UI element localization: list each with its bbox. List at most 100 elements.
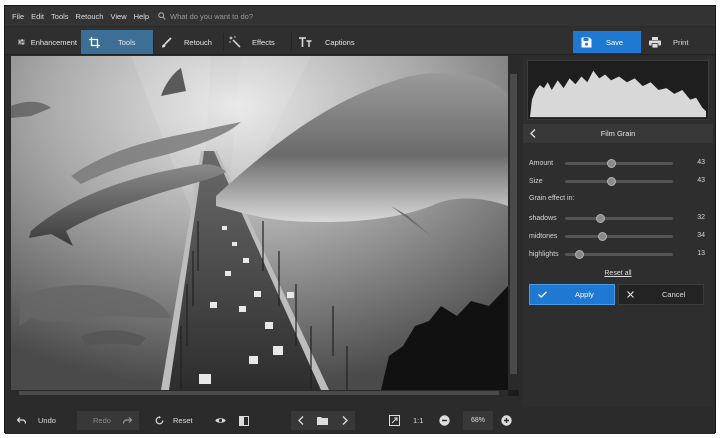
save-button[interactable]: Save <box>573 31 641 53</box>
scroll-thumb[interactable] <box>510 74 517 374</box>
crop-icon <box>89 36 100 48</box>
tab-label: Captions <box>325 37 355 47</box>
tab-retouch[interactable]: Retouch <box>159 30 221 54</box>
preview-button[interactable] <box>215 411 229 430</box>
eye-icon <box>215 418 226 423</box>
menu-edit[interactable]: Edit <box>31 12 44 21</box>
scroll-thumb[interactable] <box>19 391 499 395</box>
ratio-label: 1:1 <box>413 416 424 425</box>
slider-knob[interactable] <box>597 232 607 241</box>
slider-track[interactable] <box>565 232 673 241</box>
adjustment-panel: Film Grain Amount 43 Size 43 Grain effec… <box>523 56 713 428</box>
zoom-level[interactable]: 68% <box>463 411 493 430</box>
panel-header: Film Grain <box>523 124 713 143</box>
menu-view[interactable]: View <box>110 12 126 21</box>
slider-label: Amount <box>529 159 554 167</box>
undo-label: Undo <box>38 416 56 425</box>
cancel-label: Cancel <box>662 290 686 299</box>
slider-label: highlights <box>529 250 559 258</box>
slider-value: 43 <box>697 177 705 184</box>
slider-label: Size <box>529 177 543 185</box>
menu-file[interactable]: File <box>12 12 24 21</box>
tab-divider <box>223 33 224 51</box>
slider-highlights[interactable]: highlights 13 <box>529 248 705 260</box>
zoom-out-icon <box>439 415 450 426</box>
search-input[interactable]: What do you want to do? <box>170 12 253 21</box>
slider-knob[interactable] <box>607 177 617 186</box>
slider-value: 43 <box>697 159 705 166</box>
folder-icon[interactable] <box>317 416 329 425</box>
search-icon <box>158 12 166 20</box>
tab-divider <box>291 33 292 51</box>
redo-button[interactable]: Redo <box>77 411 139 430</box>
tab-label: Enhancement <box>30 37 77 47</box>
redo-icon <box>122 417 132 424</box>
reset-button[interactable]: Reset <box>153 411 203 430</box>
zoom-in-icon <box>501 415 512 426</box>
undo-icon <box>17 417 26 424</box>
photo <box>11 56 508 390</box>
save-label: Save <box>606 37 624 47</box>
apply-label: Apply <box>575 290 594 299</box>
slider-track[interactable] <box>565 159 673 168</box>
slider-midtones[interactable]: midtones 34 <box>529 230 705 242</box>
toolbar: Enhancement Tools Retouch Effects Captio… <box>5 27 715 55</box>
canvas-horizontal-scrollbar[interactable] <box>11 390 508 396</box>
compare-button[interactable] <box>239 411 253 430</box>
slider-value: 34 <box>697 232 705 239</box>
back-arrow-icon[interactable] <box>530 129 536 138</box>
reset-icon <box>155 416 164 425</box>
chevron-right-icon[interactable] <box>342 416 349 425</box>
slider-knob[interactable] <box>607 159 617 168</box>
menu-help[interactable]: Help <box>134 12 149 21</box>
slider-knob[interactable] <box>575 250 585 259</box>
slider-track[interactable] <box>565 214 673 223</box>
text-icon <box>299 37 312 47</box>
editor-window: File Edit Tools Retouch View Help What d… <box>4 5 716 434</box>
brush-icon <box>162 36 172 47</box>
canvas-vertical-scrollbar[interactable] <box>508 56 519 390</box>
fit-to-screen-button[interactable] <box>389 411 403 430</box>
reset-label: Reset <box>173 416 193 425</box>
zoom-out-button[interactable] <box>439 411 453 430</box>
zoom-in-button[interactable] <box>501 411 515 430</box>
chevron-left-icon[interactable] <box>297 416 304 425</box>
slider-knob[interactable] <box>595 214 605 223</box>
magic-wand-icon <box>229 36 241 48</box>
tab-divider <box>153 33 154 51</box>
slider-label: midtones <box>529 232 558 240</box>
apply-button[interactable]: Apply <box>529 284 615 305</box>
slider-size[interactable]: Size 43 <box>529 175 705 187</box>
tab-captions[interactable]: Captions <box>297 30 363 54</box>
reset-all-link[interactable]: Reset all <box>523 270 713 277</box>
tab-label: Effects <box>252 37 275 47</box>
undo-button[interactable]: Undo <box>11 411 73 430</box>
check-icon <box>538 291 547 298</box>
close-icon <box>627 291 634 298</box>
tab-effects[interactable]: Effects <box>229 30 291 54</box>
histogram <box>527 60 709 120</box>
print-button[interactable]: Print <box>647 31 707 53</box>
tab-label: Retouch <box>184 37 212 47</box>
image-canvas[interactable] <box>11 56 519 396</box>
redo-label: Redo <box>93 416 111 425</box>
slider-amount[interactable]: Amount 43 <box>529 157 705 169</box>
printer-icon <box>649 36 661 48</box>
floppy-disk-icon <box>581 37 592 47</box>
tab-label: Tools <box>118 37 136 47</box>
menu-tools[interactable]: Tools <box>51 12 69 21</box>
print-label: Print <box>673 37 689 47</box>
panel-title: Film Grain <box>600 129 636 138</box>
navigation-group <box>291 411 355 430</box>
slider-shadows[interactable]: shadows 32 <box>529 212 705 224</box>
tab-tools[interactable]: Tools <box>81 30 153 54</box>
search-box[interactable]: What do you want to do? <box>158 12 253 21</box>
fit-screen-icon <box>389 415 400 426</box>
slider-track[interactable] <box>565 177 673 186</box>
tab-enhancement[interactable]: Enhancement <box>11 30 77 54</box>
cancel-button[interactable]: Cancel <box>618 284 704 305</box>
sliders-icon <box>18 39 25 45</box>
actual-size-button[interactable]: 1:1 <box>413 411 429 430</box>
slider-track[interactable] <box>565 250 673 259</box>
menu-retouch[interactable]: Retouch <box>76 12 104 21</box>
